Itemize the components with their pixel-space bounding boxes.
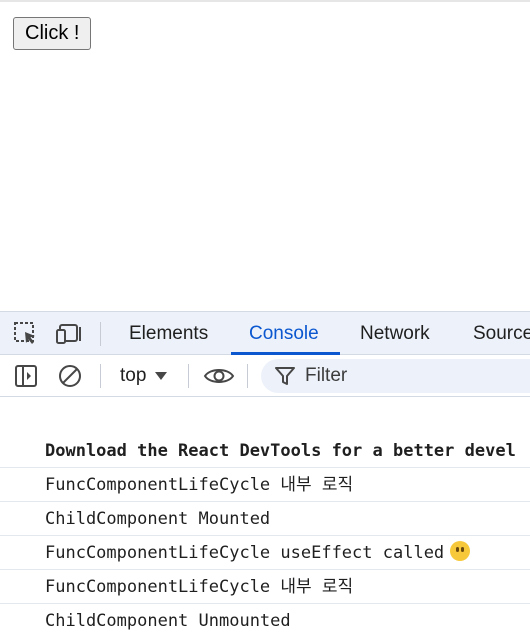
tabbar-divider	[100, 322, 101, 346]
inspect-element-icon[interactable]	[12, 320, 40, 348]
filter-icon	[273, 363, 297, 389]
console-message: FuncComponentLifeCycle 내부 로직	[0, 468, 530, 502]
context-selector[interactable]: top	[120, 363, 168, 389]
filter-input[interactable]: Filter	[261, 359, 530, 393]
console-message-text: FuncComponentLifeCycle 내부 로직	[45, 577, 354, 597]
sidebar-toggle-icon[interactable]	[12, 362, 40, 390]
filter-placeholder: Filter	[305, 365, 348, 386]
toolbar-divider	[188, 364, 189, 388]
clear-console-icon[interactable]	[56, 362, 84, 390]
console-message: Download the React DevTools for a better…	[0, 434, 530, 468]
console-message-text: FuncComponentLifeCycle 내부 로직	[45, 475, 354, 495]
console-message-text: FuncComponentLifeCycle useEffect called	[45, 543, 445, 563]
console-message: ChildComponent Unmounted	[0, 604, 530, 632]
tab-sources[interactable]: Source	[473, 312, 530, 355]
console-message-line: FuncComponentLifeCycle useEffect called	[45, 536, 471, 570]
context-label: top	[120, 365, 147, 386]
console-output: Download the React DevTools for a better…	[0, 398, 530, 632]
console-message-text: ChildComponent Unmounted	[45, 611, 291, 631]
eye-icon[interactable]	[203, 362, 235, 390]
toolbar-divider	[100, 364, 101, 388]
page-viewport: Click !	[0, 0, 530, 311]
dropdown-arrow-icon	[154, 365, 168, 387]
devtools-tabbar: Elements Console Network Source	[0, 311, 530, 355]
tab-console[interactable]: Console	[249, 312, 319, 355]
toolbar-divider	[247, 364, 248, 388]
console-message-text: ChildComponent Mounted	[45, 509, 271, 529]
tab-network[interactable]: Network	[360, 312, 430, 355]
emoji-face-icon	[450, 541, 471, 561]
console-message-text: Download the React DevTools for a better…	[45, 441, 516, 461]
console-message: ChildComponent Mounted	[0, 502, 530, 536]
console-message: FuncComponentLifeCycle useEffect called	[0, 536, 530, 570]
console-message: FuncComponentLifeCycle 내부 로직	[0, 570, 530, 604]
tab-elements[interactable]: Elements	[129, 312, 208, 355]
device-toolbar-icon[interactable]	[56, 320, 84, 348]
devtools-panel: Elements Console Network Source top Filt…	[0, 311, 530, 632]
console-toolbar: top Filter	[0, 355, 530, 397]
click-button[interactable]: Click !	[13, 17, 92, 50]
